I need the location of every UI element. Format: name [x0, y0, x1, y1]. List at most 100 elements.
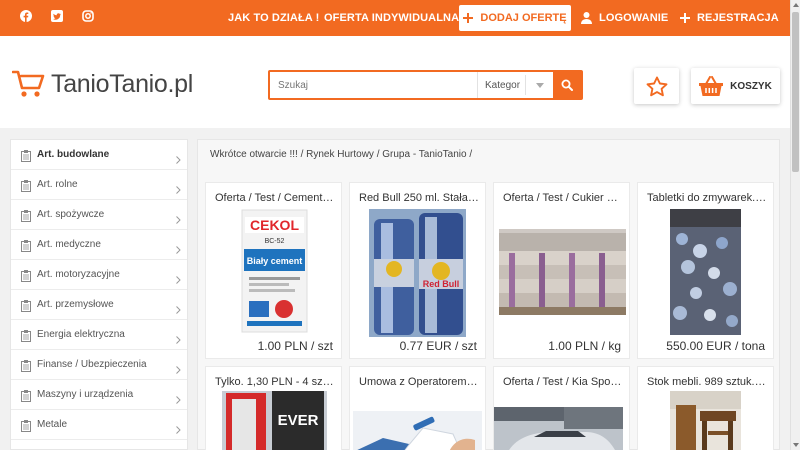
- sidebar-item-label: Art. rolne: [37, 179, 78, 190]
- chevron-right-icon: [176, 241, 181, 259]
- divider: [525, 75, 526, 95]
- top-bar: JAK TO DZIAŁA ! OFERTA INDYWIDUALNA DODA…: [0, 0, 790, 36]
- sidebar-item-label: Art. medyczne: [37, 239, 101, 250]
- document-icon: [21, 359, 31, 377]
- site-logo[interactable]: TanioTanio.pl: [12, 69, 193, 99]
- product-title[interactable]: Red Bull 250 ml. Stała …: [359, 192, 479, 204]
- svg-text:BC-52: BC-52: [265, 238, 285, 245]
- product-card[interactable]: Stok mebli. 989 sztuk. …: [637, 366, 774, 450]
- sidebar-item-art-spozywcze[interactable]: Art. spożywcze: [11, 200, 187, 230]
- product-image-furniture[interactable]: [670, 391, 741, 450]
- document-icon: [21, 239, 31, 257]
- product-title[interactable]: Oferta / Test / Kia Spor…: [503, 376, 623, 388]
- svg-text:CEKOL: CEKOL: [250, 217, 299, 233]
- category-select[interactable]: Kategor: [477, 72, 553, 98]
- sidebar-item-art-przemyslowe[interactable]: Art. przemysłowe: [11, 290, 187, 320]
- facebook-icon[interactable]: [20, 10, 32, 22]
- product-image-kia-car[interactable]: [494, 407, 623, 450]
- product-title[interactable]: Oferta / Test / Cukier b…: [503, 192, 623, 204]
- svg-text:Biały cement: Biały cement: [247, 256, 303, 266]
- how-it-works-label: JAK TO DZIAŁA !: [228, 12, 320, 24]
- sidebar-item-label: Art. motoryzacyjne: [37, 269, 120, 280]
- category-select-label: Kategor: [485, 79, 521, 91]
- product-price: 1.00 PLN / szt: [257, 339, 333, 353]
- document-icon: [21, 299, 31, 317]
- product-title[interactable]: Tabletki do zmywarek. …: [647, 192, 767, 204]
- plus-icon: [680, 13, 690, 23]
- twitter-icon[interactable]: [51, 10, 63, 22]
- register-link[interactable]: REJESTRACJA: [680, 12, 779, 24]
- chevron-right-icon: [176, 421, 181, 439]
- chevron-right-icon: [176, 211, 181, 229]
- product-image-dishwasher-tablets[interactable]: [670, 209, 741, 335]
- plus-icon: [463, 13, 474, 23]
- chevron-right-icon: [176, 331, 181, 349]
- sidebar-item-metale[interactable]: Metale: [11, 410, 187, 440]
- product-card[interactable]: Tabletki do zmywarek. … 550.00 EUR / ton…: [637, 182, 774, 359]
- logo-text: TanioTanio.pl: [51, 69, 194, 98]
- product-card[interactable]: Oferta / Test / Kia Spor…: [493, 366, 630, 450]
- add-offer-button[interactable]: DODAJ OFERTĘ: [459, 5, 571, 31]
- document-icon: [21, 329, 31, 347]
- product-card[interactable]: Tylko. 1,30 PLN - 4 szt.… EVER: [205, 366, 342, 450]
- sidebar-item-art-motoryzacyjne[interactable]: Art. motoryzacyjne: [11, 260, 187, 290]
- search-input[interactable]: [270, 72, 477, 98]
- product-price: 0.77 EUR / szt: [399, 339, 477, 353]
- chevron-right-icon: [176, 361, 181, 379]
- sidebar-item-label: Metale: [37, 419, 68, 430]
- product-card[interactable]: Umowa z Operatorem …: [349, 366, 486, 450]
- chevron-right-icon: [176, 181, 181, 199]
- cart-button[interactable]: KOSZYK: [691, 68, 780, 104]
- sidebar-item-label: Art. przemysłowe: [37, 299, 114, 310]
- document-icon: [21, 179, 31, 197]
- scrollbar-thumb[interactable]: [792, 12, 799, 172]
- favorites-button[interactable]: [634, 68, 679, 104]
- chevron-down-icon: [536, 83, 544, 88]
- individual-offer-link[interactable]: OFERTA INDYWIDUALNA: [324, 12, 459, 24]
- chevron-right-icon: [176, 271, 181, 289]
- sidebar-item-maszyny-urzadzenia[interactable]: Maszyny i urządzenia: [11, 380, 187, 410]
- search-button[interactable]: [553, 72, 581, 98]
- product-title[interactable]: Umowa z Operatorem …: [359, 376, 479, 388]
- product-title[interactable]: Stok mebli. 989 sztuk. …: [647, 376, 767, 388]
- sidebar-item-energia-elektryczna[interactable]: Energia elektryczna: [11, 320, 187, 350]
- product-image-ever-cans[interactable]: EVER: [222, 391, 327, 450]
- product-card[interactable]: Oferta / Test / Cukier b… 1.00 PLN / kg: [493, 182, 630, 359]
- sidebar-item-art-rolne[interactable]: Art. rolne: [11, 170, 187, 200]
- add-offer-label: DODAJ OFERTĘ: [480, 12, 567, 24]
- page-scrollbar[interactable]: [790, 0, 800, 450]
- sidebar-item-label: Finanse / Ubezpieczenia: [37, 359, 147, 370]
- svg-text:Red Bull: Red Bull: [423, 279, 460, 289]
- product-image-sugar-pallets[interactable]: [499, 229, 626, 315]
- login-label: LOGOWANIE: [599, 12, 669, 24]
- chevron-right-icon: [176, 301, 181, 319]
- instagram-icon[interactable]: [82, 10, 94, 22]
- product-title[interactable]: Tylko. 1,30 PLN - 4 szt.…: [215, 376, 335, 388]
- user-icon: [581, 12, 592, 24]
- star-icon: [646, 76, 667, 96]
- chevron-right-icon: [176, 151, 181, 169]
- document-icon: [21, 209, 31, 227]
- product-card[interactable]: Oferta / Test / Cement … CEKOL BC-52 Bia…: [205, 182, 342, 359]
- search-icon: [561, 79, 573, 91]
- chevron-right-icon: [176, 391, 181, 409]
- breadcrumb[interactable]: Wkrótce otwarcie !!! / Rynek Hurtowy / G…: [210, 149, 472, 160]
- product-title[interactable]: Oferta / Test / Cement …: [215, 192, 335, 204]
- product-price: 1.00 PLN / kg: [548, 339, 621, 353]
- sidebar-item-art-budowlane[interactable]: Art. budowlane: [11, 140, 187, 170]
- sidebar-item-label: Maszyny i urządzenia: [37, 389, 134, 400]
- scroll-down-icon[interactable]: [793, 443, 799, 447]
- cart-logo-icon: [12, 70, 45, 97]
- product-card[interactable]: Red Bull 250 ml. Stała … Red Bull 0.77 E…: [349, 182, 486, 359]
- product-image-red-bull-cans[interactable]: Red Bull: [369, 209, 466, 337]
- document-icon: [21, 389, 31, 407]
- basket-icon: [699, 76, 724, 96]
- how-it-works-link[interactable]: JAK TO DZIAŁA !: [228, 12, 319, 24]
- sidebar-item-art-medyczne[interactable]: Art. medyczne: [11, 230, 187, 260]
- scroll-up-icon[interactable]: [793, 3, 799, 7]
- login-link[interactable]: LOGOWANIE: [581, 12, 668, 24]
- product-image-contract-signing[interactable]: [353, 411, 482, 450]
- product-image-cement-bag[interactable]: CEKOL BC-52 Biały cement: [241, 209, 308, 333]
- sidebar-item-finanse-ubezpieczenia[interactable]: Finanse / Ubezpieczenia: [11, 350, 187, 380]
- document-icon: [21, 419, 31, 437]
